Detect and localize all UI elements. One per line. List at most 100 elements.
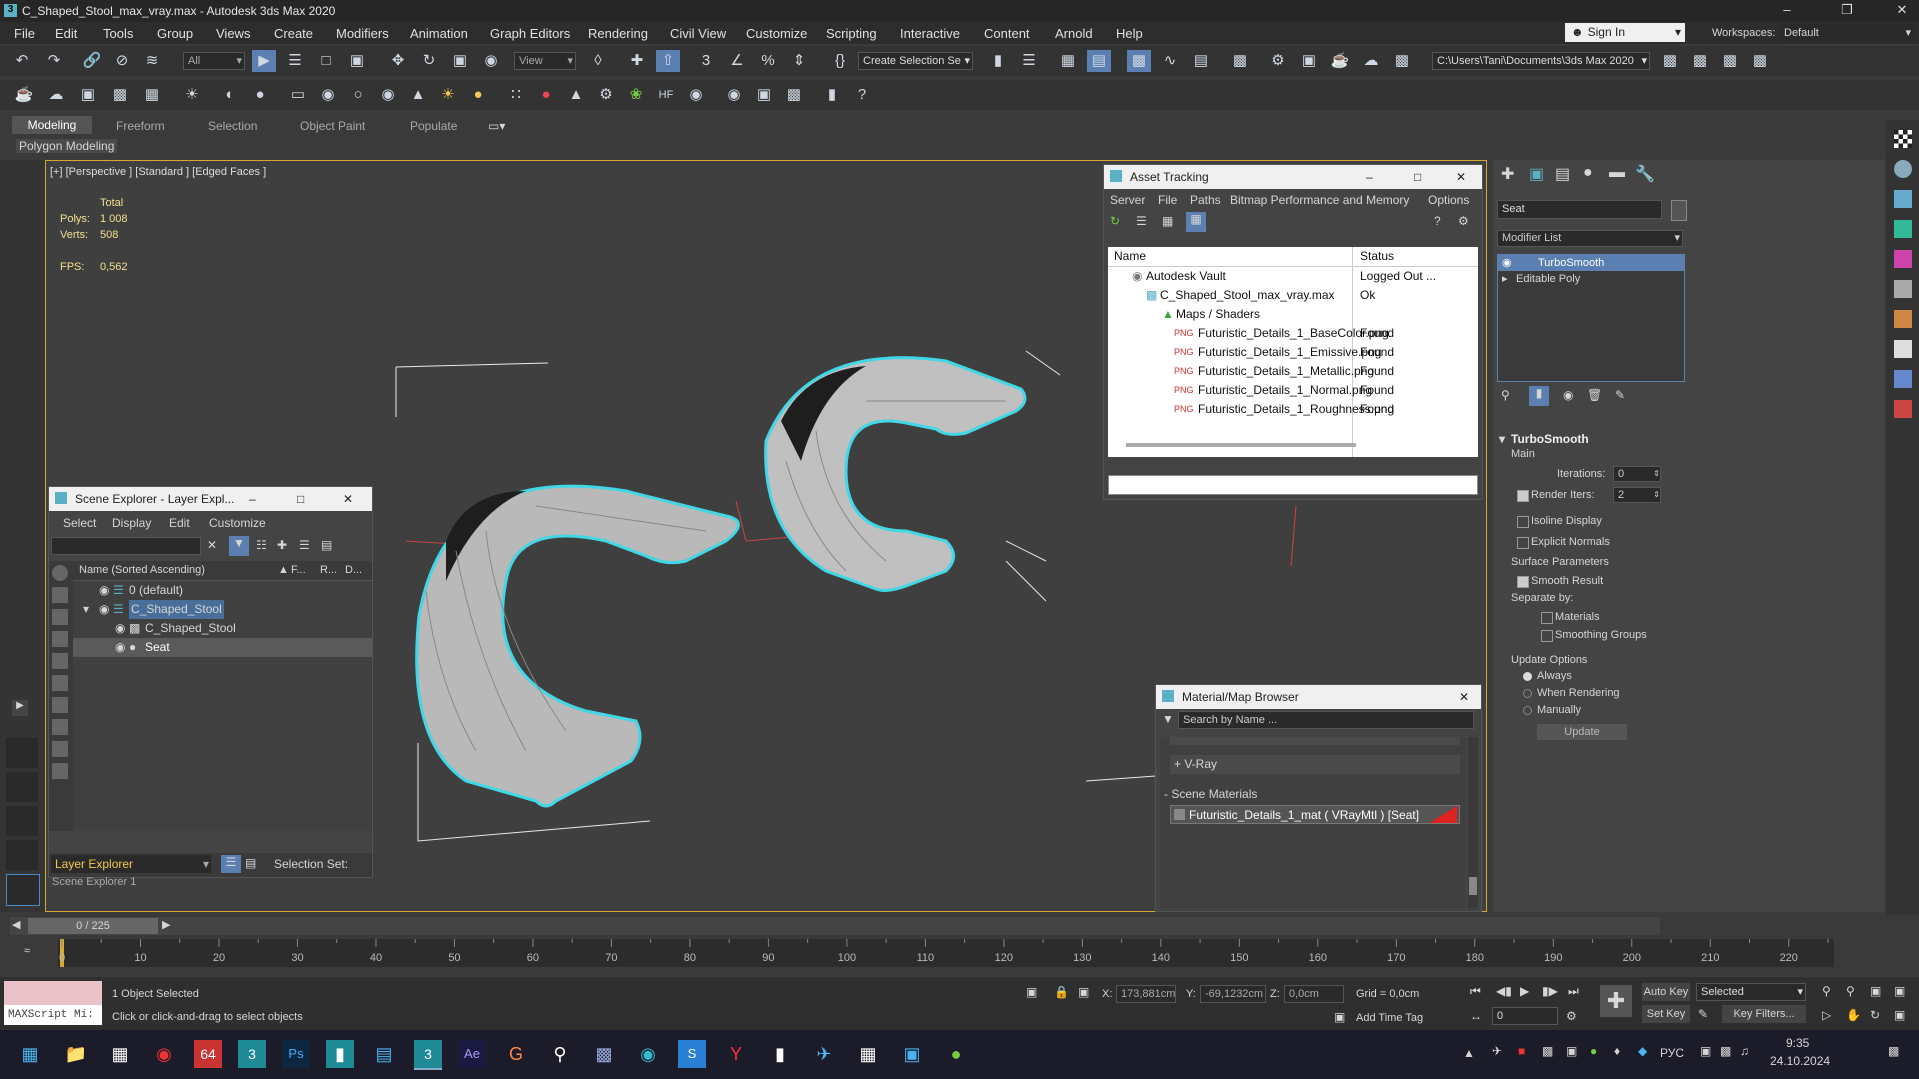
menu-animation[interactable]: Animation	[410, 26, 468, 41]
table-row[interactable]: ▩ C_Shaped_Stool_max_vray.max Ok	[1108, 286, 1478, 305]
unlink-icon[interactable]: ⊘	[110, 50, 134, 72]
app-g-icon[interactable]: G	[502, 1040, 530, 1068]
set-key-button[interactable]: Set Key	[1642, 1005, 1690, 1023]
clock-time[interactable]: 9:35	[1786, 1036, 1809, 1050]
vray-object-icon[interactable]: ◉	[684, 84, 708, 106]
app-search-icon[interactable]: ⚲	[546, 1040, 574, 1068]
scene-explorer-1-label[interactable]: Scene Explorer 1	[52, 876, 136, 888]
zoom-extents-icon[interactable]: ▣	[1870, 984, 1881, 998]
scroll-thumb[interactable]	[1469, 877, 1477, 895]
pivot-center-icon[interactable]: ◊	[586, 50, 610, 72]
current-frame-field[interactable]: 0	[1492, 1007, 1558, 1025]
se-menu-edit[interactable]: Edit	[169, 516, 190, 530]
volume-icon[interactable]: ♫	[1740, 1044, 1749, 1058]
app-terminal-icon[interactable]: ▮	[326, 1040, 354, 1068]
se-col-name[interactable]: Name (Sorted Ascending)	[79, 561, 205, 580]
toggle-layer-explorer-icon[interactable]: ▤	[1087, 50, 1111, 72]
bind-space-warp-icon[interactable]: ≋	[140, 50, 164, 72]
asset-tracking-window[interactable]: Asset Tracking – □ ✕ Server File Paths B…	[1103, 164, 1483, 500]
display-geometry-icon[interactable]	[52, 587, 68, 603]
list-view-icon[interactable]: ☰	[1136, 214, 1147, 228]
spinner-snap-icon[interactable]: ⇕	[787, 50, 811, 72]
warning-icon[interactable]	[1894, 400, 1912, 418]
menu-customize[interactable]: Customize	[746, 26, 807, 41]
project-folder-icon[interactable]: ▩	[1658, 50, 1682, 72]
menu-file[interactable]: File	[14, 26, 35, 41]
at-menu-bitmap[interactable]: Bitmap Performance and Memory	[1230, 193, 1409, 207]
menu-modifiers[interactable]: Modifiers	[336, 26, 389, 41]
move-icon[interactable]: ✥	[386, 50, 410, 72]
time-tag-icon[interactable]: ▣	[1334, 1010, 1345, 1024]
display-xrefs-icon[interactable]	[52, 719, 68, 735]
at-col-status[interactable]: Status	[1360, 247, 1394, 266]
at-menu-server[interactable]: Server	[1110, 193, 1145, 207]
eye-icon[interactable]: ◉	[115, 619, 125, 638]
hierarchy-icon[interactable]: ▤	[245, 856, 256, 870]
vray-scatter-icon[interactable]: ∷	[504, 84, 528, 106]
schematic-view-icon[interactable]: ▤	[1189, 50, 1213, 72]
material-map-browser-window[interactable]: Material/Map Browser ✕ ▼ Search by Name …	[1155, 684, 1482, 912]
select-by-name-icon[interactable]: ☰	[283, 50, 307, 72]
table-row[interactable]: PNG Futuristic_Details_1_Emissive.png Fo…	[1108, 343, 1478, 362]
redo-icon[interactable]: ↷	[42, 50, 66, 72]
snaps-toggle-icon[interactable]: 3	[694, 50, 718, 72]
close-button[interactable]: ✕	[343, 487, 353, 511]
tray-display-icon[interactable]: ▣	[1566, 1044, 1577, 1058]
angle-snap-icon[interactable]: ∠	[725, 50, 749, 72]
vray-mesh-icon[interactable]: ◉	[376, 84, 400, 106]
telegram-icon[interactable]: ✈	[810, 1040, 838, 1068]
vray-fur-icon[interactable]: ◉	[316, 84, 340, 106]
vray-interactive-icon[interactable]: ☁	[44, 84, 68, 106]
close-button[interactable]: ✕	[1887, 2, 1917, 20]
app-save-icon[interactable]: ▩	[590, 1040, 618, 1068]
update-button[interactable]: Update	[1537, 724, 1627, 740]
toggle-ribbon-icon[interactable]: ▩	[1127, 50, 1151, 72]
tray-shield-icon[interactable]: ♦	[1614, 1044, 1620, 1058]
explicit-normals-checkbox[interactable]	[1517, 537, 1529, 549]
close-button[interactable]: ✕	[1459, 685, 1469, 709]
menu-graph-editors[interactable]: Graph Editors	[490, 26, 570, 41]
display-spacewarps-icon[interactable]	[52, 675, 68, 691]
modifier-list-dropdown[interactable]: Modifier List ▾	[1497, 230, 1683, 247]
vray-gear-icon[interactable]: ⚙	[594, 84, 618, 106]
explorer-type-dropdown[interactable]: Layer Explorer ▾	[51, 855, 211, 873]
track-bar-menu-icon[interactable]: ≈	[24, 945, 30, 957]
se-col-d[interactable]: D...	[345, 561, 362, 580]
table-row[interactable]: ◉ Autodesk Vault Logged Out ...	[1108, 267, 1478, 286]
table-row[interactable]: PNG Futuristic_Details_1_BaseColor.png F…	[1108, 324, 1478, 343]
polygon-modeling-label[interactable]: Polygon Modeling	[16, 139, 118, 153]
task-view-icon[interactable]: ▦	[106, 1040, 134, 1068]
clock-date[interactable]: 24.10.2024	[1770, 1054, 1830, 1068]
key-mode-icon[interactable]: ↔	[1470, 1009, 1482, 1023]
new-layer-icon[interactable]: ✚	[277, 538, 287, 552]
x-coordinate-field[interactable]: 173,881cm	[1116, 985, 1176, 1003]
toggle-scene-explorer-icon[interactable]: ▦	[1056, 50, 1080, 72]
mirror-icon[interactable]: ▮	[986, 50, 1010, 72]
notifications-icon[interactable]: ▩	[1888, 1044, 1899, 1058]
iterations-spinner[interactable]: 0 ⇕	[1613, 466, 1661, 482]
vray-molecule-icon[interactable]: ●	[534, 84, 558, 106]
vray-cloud-icon[interactable]: ▮	[820, 84, 844, 106]
env-map-icon[interactable]	[1894, 190, 1912, 208]
window-app-icon[interactable]: ▣	[898, 1040, 926, 1068]
rendered-frame-window-icon[interactable]: ▣	[1297, 50, 1321, 72]
reference-coordinate-dropdown[interactable]: View ▾	[514, 52, 576, 70]
table-view-icon[interactable]: ▦	[1162, 214, 1173, 228]
isoline-checkbox[interactable]	[1517, 516, 1529, 528]
asset-tracking-titlebar[interactable]: Asset Tracking – □ ✕	[1104, 165, 1482, 189]
list-item[interactable]: ◉ ☰ 0 (default)	[73, 581, 372, 600]
layer-manager-icon[interactable]: ▩	[1688, 50, 1712, 72]
viewport-layout-2-icon[interactable]	[6, 772, 38, 802]
display-objects-icon[interactable]	[52, 565, 68, 581]
mmb-section-scene-materials[interactable]: - Scene Materials	[1160, 785, 1460, 804]
display-bones-icon[interactable]	[52, 741, 68, 757]
display-lights-icon[interactable]	[52, 609, 68, 625]
expand-arrow-icon[interactable]: ▸	[1502, 271, 1508, 287]
menu-group[interactable]: Group	[157, 26, 193, 41]
key-filters-button[interactable]: Key Filters...	[1722, 1005, 1806, 1023]
mmb-options-arrow-icon[interactable]: ▼	[1162, 712, 1174, 726]
vray-proxy-icon[interactable]: ▦	[140, 84, 164, 106]
smoothing-groups-checkbox[interactable]	[1541, 630, 1553, 642]
at-col-name[interactable]: Name	[1114, 247, 1146, 266]
smooth-result-checkbox[interactable]	[1517, 576, 1529, 588]
